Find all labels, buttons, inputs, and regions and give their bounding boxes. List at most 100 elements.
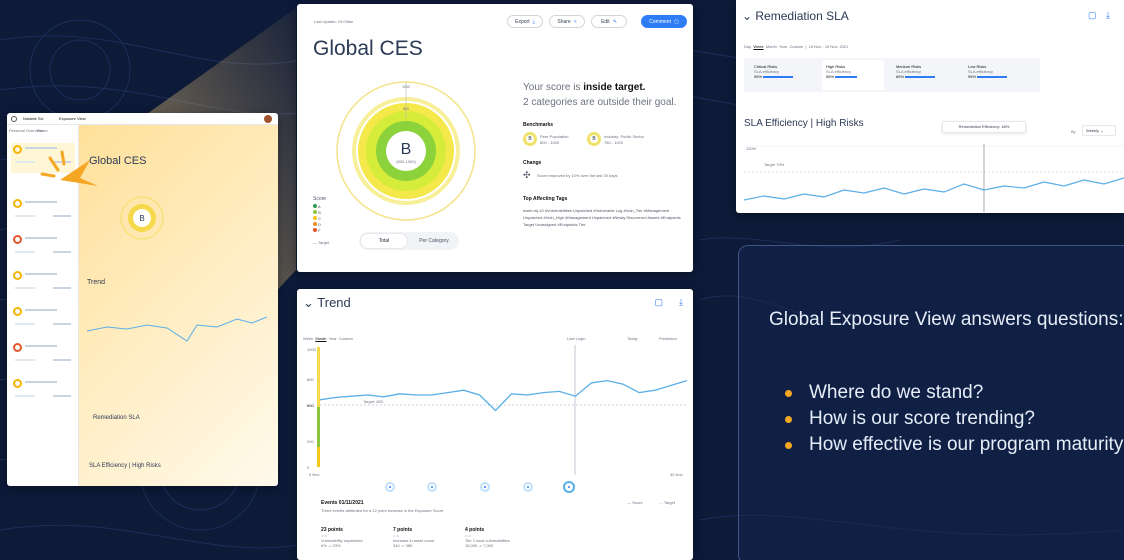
download-icon[interactable]: ⤓ xyxy=(679,297,683,308)
toggle-per-category[interactable]: Per Category xyxy=(411,233,457,249)
sidebar-item[interactable] xyxy=(11,233,75,263)
tags-list: #web-inj-10 #Vulnerabilities Unpatched #… xyxy=(523,207,688,228)
filter-year[interactable]: Year xyxy=(779,44,787,49)
event-marker[interactable] xyxy=(427,482,437,492)
benchmarks-title: Benchmarks xyxy=(523,122,554,128)
thumbnail-tab-share[interactable]: Share xyxy=(37,128,48,133)
legend-score: — Score xyxy=(627,500,643,505)
tag[interactable]: #Endpoints Tier xyxy=(557,222,585,227)
sla-risk-columns: Critical Risks SLA efficiency 95% High R… xyxy=(744,58,1040,92)
avatar[interactable] xyxy=(264,115,272,123)
tag[interactable]: #Vulnerable Log xyxy=(593,208,622,213)
tag[interactable]: #Vuln_High xyxy=(543,215,564,220)
event-card[interactable]: 23 points ○ ⌂ Vulnerability unpatched 6%… xyxy=(321,527,362,548)
gauge-range: (800-1000) xyxy=(396,159,416,164)
sidebar-item[interactable] xyxy=(11,197,75,227)
range-month[interactable]: Month xyxy=(315,336,326,341)
info-intro: Global Exposure View answers questions: xyxy=(769,309,1124,330)
event-marker[interactable] xyxy=(523,482,533,492)
filter-week[interactable]: Week xyxy=(753,44,763,49)
tag[interactable]: #Vulnerabilities Unpatched xyxy=(545,208,592,213)
tag[interactable]: #Management Unpatched xyxy=(565,215,611,220)
y-tick: 0 xyxy=(307,465,310,470)
score-legend: A B C D F xyxy=(313,204,321,234)
thumbnail-gauge: B xyxy=(120,196,164,240)
score-gauge: B (800-1000) 1000 800 xyxy=(336,81,476,221)
tag[interactable]: #web-inj-10 xyxy=(523,208,544,213)
comment-icon: ▢ xyxy=(673,18,679,25)
tag[interactable]: #Vuln_Tier xyxy=(624,208,643,213)
download-icon: ⤓ xyxy=(532,18,535,25)
trend-card: ⌄ Trend ▢ ⤓ Week Month Year Custom Last … xyxy=(297,289,693,560)
sla-col-medium[interactable]: Medium Risks SLA efficiency 85% xyxy=(896,64,936,79)
marker-last-login: Last Login xyxy=(567,336,586,341)
period-select[interactable]: Weekly ⌄ xyxy=(1082,125,1116,136)
grade-band-b xyxy=(317,347,320,407)
trend-title: ⌄ Trend xyxy=(303,295,351,310)
benchmark-2-title: Industry: Public Sector xyxy=(604,134,645,139)
filter-custom[interactable]: Custom xyxy=(789,44,803,49)
thumbnail-main: Global CES B Trend Remediation SLA SLA E… xyxy=(79,125,278,486)
thumbnail-trend-title: Trend xyxy=(87,279,106,286)
benchmark-1-sub: 800 - 1000 xyxy=(540,140,560,145)
logo-icon xyxy=(11,116,17,122)
event-marker[interactable] xyxy=(385,482,395,492)
remediation-sla-card: ⌄ Remediation SLA ▢ ⤓ Day Week Month Yea… xyxy=(736,0,1124,213)
tags-title: Top Affecting Tags xyxy=(523,196,568,202)
target-legend: — Target xyxy=(313,240,330,245)
event-card[interactable]: 7 points ○ ⌂ Increase in asset count 340… xyxy=(393,527,434,548)
benchmark-1-badge: B xyxy=(523,132,537,146)
share-icon: < xyxy=(573,18,577,25)
range-year[interactable]: Year xyxy=(329,336,337,341)
share-button[interactable]: Share < xyxy=(549,15,585,28)
sla-filters: Day Week Month Year Custom | 15 Nov - 15… xyxy=(744,44,849,49)
benchmark-2-sub: 780 - 1020 xyxy=(604,140,624,145)
sidebar-item[interactable] xyxy=(11,341,75,371)
total-toggle: Total Per Category xyxy=(359,232,459,250)
legend-title: Score xyxy=(313,196,327,202)
range-custom[interactable]: Custom xyxy=(339,336,353,341)
marker-today: Today xyxy=(627,336,638,341)
score-summary: Your score is inside target. xyxy=(523,82,646,93)
thumbnail-sla-title: Remediation SLA xyxy=(93,415,140,421)
range-week[interactable]: Week xyxy=(303,336,313,341)
sla-efficiency-chart: Target 70% xyxy=(744,144,1124,212)
sla-col-critical[interactable]: Critical Risks SLA efficiency 95% xyxy=(754,64,794,79)
sidebar-item[interactable] xyxy=(11,305,75,335)
efficiency-tooltip: Remediation Efficiency: 48% xyxy=(942,121,1026,133)
bullet-dot xyxy=(785,390,792,397)
events-title: Events 01/11/2021 xyxy=(321,500,364,506)
event-marker-selected[interactable] xyxy=(563,481,575,493)
thumbnail-trend-chart xyxy=(87,316,267,342)
sidebar-item[interactable] xyxy=(11,377,75,407)
filter-day[interactable]: Day xyxy=(744,44,751,49)
export-button[interactable]: Export ⤓ xyxy=(507,15,543,28)
sla-col-high[interactable]: High Risks SLA efficiency 58% xyxy=(822,60,884,90)
toggle-total[interactable]: Total xyxy=(360,233,408,249)
sidebar-item[interactable] xyxy=(11,269,75,299)
tag[interactable]: #Newly Discovered Assets xyxy=(612,215,659,220)
event-card[interactable]: 4 points ○ ⌂ Tier 1 local vulnerabilitie… xyxy=(465,527,510,548)
info-bullets: Where do we stand? How is our score tren… xyxy=(785,380,1124,458)
gauge-outer-label: 1000 xyxy=(402,85,410,89)
event-marker[interactable] xyxy=(480,482,490,492)
global-ces-card: Last Update: 10:03am Global CES Export ⤓ … xyxy=(297,4,693,272)
sla-target-label: Target 70% xyxy=(764,162,785,167)
benchmark-1-title: Peer Population xyxy=(540,134,569,139)
download-icon[interactable]: ⤓ xyxy=(1106,10,1110,21)
sla-title: ⌄ Remediation SLA xyxy=(742,9,849,23)
date-range: 15 Nov - 15 Nov, 2021 xyxy=(808,44,849,49)
range-options: Week Month Year Custom xyxy=(303,336,353,341)
trend-chart: 1000 800 600 200 0 Target: 800 xyxy=(307,345,687,475)
filter-month[interactable]: Month xyxy=(766,44,777,49)
comment-icon[interactable]: ▢ xyxy=(1088,10,1097,21)
bullet-dot xyxy=(785,442,792,449)
x-end: 30 Nov xyxy=(670,472,683,477)
thumbnail-view-title: Exposure View xyxy=(59,116,86,121)
info-bullet: How effective is our program maturity? xyxy=(785,432,1124,458)
comment-icon[interactable]: ▢ xyxy=(654,297,663,308)
y-tick: 1000 xyxy=(307,347,317,352)
edit-button[interactable]: Edit ✎ xyxy=(591,15,627,28)
comment-button[interactable]: Comment ▢ xyxy=(641,15,687,28)
sla-col-low[interactable]: Low Risks SLA efficiency 95% xyxy=(968,64,1008,79)
